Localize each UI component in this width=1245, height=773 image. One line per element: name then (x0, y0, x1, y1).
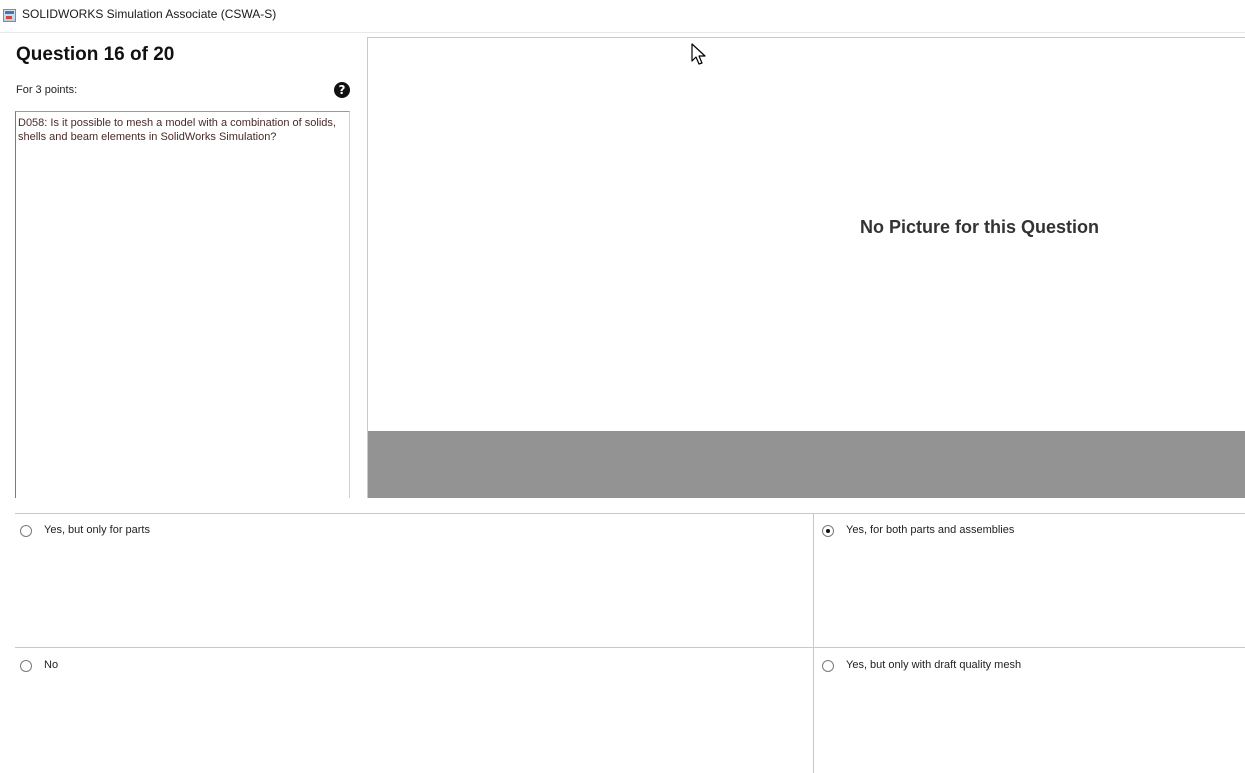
answer-4-label: Yes, but only with draft quality mesh (846, 659, 1022, 671)
picture-panel-footer (368, 431, 1245, 498)
question-circle-icon[interactable]: ? (334, 82, 350, 98)
answer-1-radio[interactable] (20, 525, 32, 537)
question-text-box[interactable]: D058: Is it possible to mesh a model wit… (15, 111, 350, 498)
mouse-cursor-icon (691, 43, 706, 65)
window-title: SOLIDWORKS Simulation Associate (CSWA-S) (22, 7, 277, 21)
answer-2-label: Yes, for both parts and assemblies (846, 524, 1015, 536)
answer-option-3[interactable]: No (20, 659, 800, 679)
question-picture-panel (367, 37, 1245, 498)
no-picture-message: No Picture for this Question (860, 217, 1100, 237)
title-bar: SOLIDWORKS Simulation Associate (CSWA-S) (0, 0, 1245, 33)
answer-grid-divider-vertical (813, 513, 814, 773)
answer-2-radio[interactable] (822, 525, 834, 537)
app-window-icon (3, 9, 16, 22)
question-points-label: For 3 points: (16, 84, 78, 96)
answer-grid-divider-top (15, 513, 1245, 514)
exam-window: SOLIDWORKS Simulation Associate (CSWA-S)… (0, 0, 1245, 773)
answer-1-label: Yes, but only for parts (44, 524, 150, 536)
answer-option-1[interactable]: Yes, but only for parts (20, 524, 800, 544)
answer-3-label: No (44, 659, 59, 671)
answer-grid-divider-middle (15, 647, 1245, 648)
answer-3-radio[interactable] (20, 660, 32, 672)
answer-4-radio[interactable] (822, 660, 834, 672)
answer-option-2[interactable]: Yes, for both parts and assemblies (822, 524, 1232, 544)
answer-option-4[interactable]: Yes, but only with draft quality mesh (822, 659, 1232, 679)
question-text: D058: Is it possible to mesh a model wit… (18, 117, 336, 143)
question-number-heading: Question 16 of 20 (16, 44, 175, 65)
